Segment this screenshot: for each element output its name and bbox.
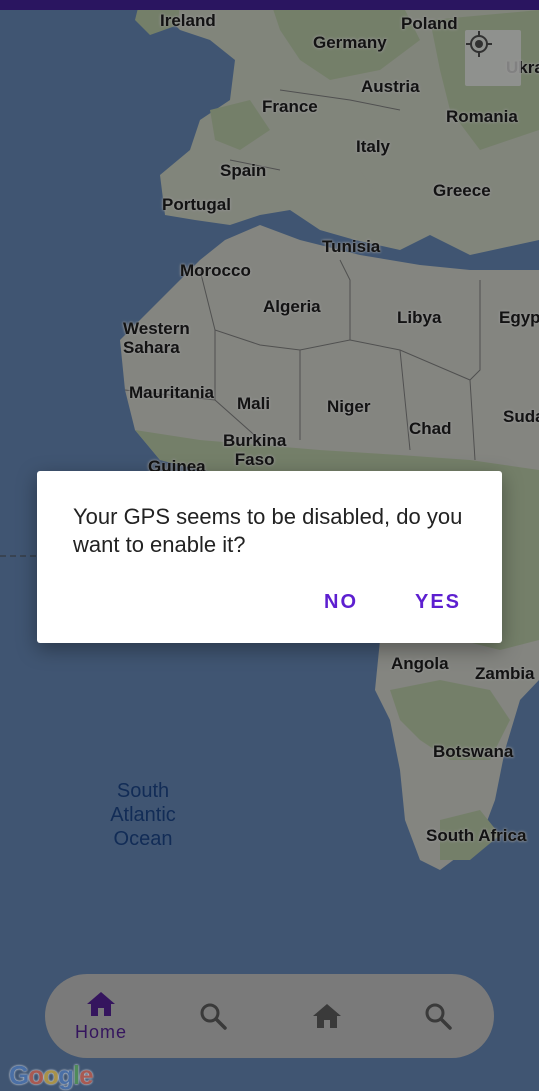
nav-item-search[interactable] xyxy=(173,974,253,1058)
gps-dialog: Your GPS seems to be disabled, do you wa… xyxy=(37,471,502,643)
status-bar xyxy=(0,0,539,10)
search-icon xyxy=(200,1003,227,1030)
home-icon xyxy=(87,991,115,1016)
yes-button[interactable]: YES xyxy=(415,591,461,614)
search-icon xyxy=(425,1003,452,1030)
nav-item-home[interactable]: Home xyxy=(61,974,141,1058)
nav-label-home: Home xyxy=(74,1021,127,1042)
bottom-navigation: Home xyxy=(45,974,494,1058)
no-button[interactable]: NO xyxy=(324,591,358,614)
nav-item-search-2[interactable] xyxy=(398,974,478,1058)
dialog-message: Your GPS seems to be disabled, do you wa… xyxy=(73,504,463,557)
nav-item-home-2[interactable] xyxy=(287,974,367,1058)
google-logo: Google xyxy=(9,1060,94,1090)
home-icon xyxy=(313,1004,341,1028)
